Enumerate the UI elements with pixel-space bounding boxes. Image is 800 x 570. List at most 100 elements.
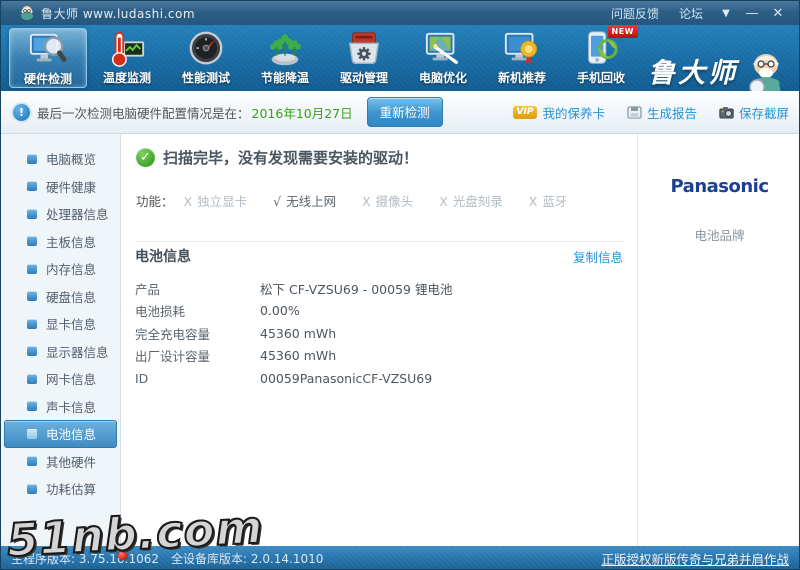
- feature-optical-drive: X光盘刻录: [439, 191, 503, 210]
- version-info: 主程序版本: 3.75.16.1062 全设备库版本: 2.0.14.1010: [11, 550, 323, 567]
- copy-info-link[interactable]: 复制信息: [573, 247, 623, 266]
- tab-label: 节能降温: [261, 69, 309, 86]
- sidebar-item-label: 硬件健康: [46, 177, 96, 196]
- vip-card-link[interactable]: VIP 我的保养卡: [513, 103, 605, 122]
- bullet-square-icon: [27, 374, 37, 384]
- bullet-square-icon: [27, 291, 37, 301]
- sidebar-item-network-info[interactable]: 网卡信息: [4, 365, 117, 393]
- tab-label: 硬件检测: [24, 70, 72, 87]
- tab-benchmark[interactable]: 性能测试: [167, 28, 245, 88]
- camera-icon: [719, 106, 734, 119]
- sidebar-item-label: 其他硬件: [46, 452, 96, 471]
- table-row-wear-level: 电池损耗 0.00%: [135, 300, 623, 323]
- tab-label: 驱动管理: [340, 69, 388, 86]
- save-screenshot-link[interactable]: 保存截屏: [719, 103, 789, 122]
- promo-link[interactable]: 正版授权新版传奇与兄弟并肩作战: [601, 549, 789, 568]
- brand-logo-text: 鲁大师: [647, 51, 739, 90]
- sidebar-item-monitor-info[interactable]: 显示器信息: [4, 338, 117, 366]
- sidebar-item-audio-info[interactable]: 声卡信息: [4, 393, 117, 421]
- check-circle-icon: ✓: [136, 148, 155, 167]
- info-icon: !: [13, 104, 30, 121]
- bullet-square-icon: [27, 209, 37, 219]
- battery-brand-logo: Panasonic: [638, 176, 800, 197]
- tab-pc-optimize[interactable]: 电脑优化: [404, 28, 482, 88]
- features-label: 功能：: [136, 191, 174, 210]
- sidebar-item-label: 内存信息: [46, 259, 96, 278]
- bullet-square-icon: [27, 346, 37, 356]
- tab-label: 性能测试: [182, 69, 230, 86]
- app-logo-icon: [19, 5, 35, 21]
- sidebar-item-battery-info[interactable]: 电池信息: [4, 420, 117, 448]
- sidebar-item-power-estimate[interactable]: 功耗估算: [4, 475, 117, 503]
- version-text: 主程序版本: 3.75.16.1062 全设备库版本: 2.0.14.1010: [11, 552, 323, 566]
- minimize-button[interactable]: —: [739, 6, 765, 21]
- scan-result-row: ✓ 扫描完毕，没有发现需要安装的驱动！: [136, 147, 418, 168]
- update-dot-icon: [118, 551, 127, 560]
- sidebar-item-motherboard-info[interactable]: 主板信息: [4, 228, 117, 256]
- sidebar-item-gpu-info[interactable]: 显卡信息: [4, 310, 117, 338]
- feature-label: 无线上网: [286, 194, 336, 209]
- row-label: 产品: [135, 279, 260, 298]
- sidebar-item-cpu-info[interactable]: 处理器信息: [4, 200, 117, 228]
- scan-result-text: 扫描完毕，没有发现需要安装的驱动！: [163, 147, 418, 168]
- feature-bluetooth: X蓝牙: [529, 191, 568, 210]
- sidebar-item-label: 功耗估算: [46, 479, 96, 498]
- feature-label: 独立显卡: [197, 194, 247, 209]
- sidebar-item-disk-info[interactable]: 硬盘信息: [4, 283, 117, 311]
- forum-link[interactable]: 论坛: [679, 5, 703, 22]
- feature-label: 光盘刻录: [453, 194, 503, 209]
- main-toolbar: 硬件检测 温度监测 性能测试: [1, 25, 799, 91]
- tab-phone-recycle[interactable]: NEW 手机回收: [562, 28, 640, 88]
- sidebar-item-label: 硬盘信息: [46, 287, 96, 306]
- tab-label: 温度监测: [103, 69, 151, 86]
- tab-hardware-detect[interactable]: 硬件检测: [9, 28, 87, 88]
- feature-mark: X: [362, 194, 371, 209]
- sidebar-item-other-hardware[interactable]: 其他硬件: [4, 448, 117, 476]
- table-row-full-charge-capacity: 完全充电容量 45360 mWh: [135, 322, 623, 345]
- bullet-square-icon: [27, 264, 37, 274]
- sidebar-item-label: 显示器信息: [46, 342, 109, 361]
- tab-new-pc-recommend[interactable]: 新机推荐: [483, 28, 561, 88]
- sidebar-item-pc-overview[interactable]: 电脑概览: [4, 145, 117, 173]
- row-value: 45360 mWh: [260, 326, 336, 341]
- feature-label: 摄像头: [376, 194, 414, 209]
- feature-webcam: X 摄像头: [362, 191, 413, 210]
- main-content: ✓ 扫描完毕，没有发现需要安装的驱动！ 功能： X 独立显卡 √ 无线上网 X 摄像头…: [122, 134, 636, 546]
- tab-label: 新机推荐: [498, 69, 546, 86]
- table-row-id: ID 00059PanasonicCF-VZSU69: [135, 367, 623, 390]
- row-value: 松下 CF-VZSU69 - 00059 锂电池: [260, 279, 452, 298]
- sidebar-nav: 电脑概览 硬件健康 处理器信息 主板信息 内存信息 硬盘信息 显卡信息 显示器信…: [1, 134, 121, 546]
- sidebar-item-label: 主板信息: [46, 232, 96, 251]
- bullet-square-icon: [27, 429, 37, 439]
- row-value: 00059PanasonicCF-VZSU69: [260, 371, 432, 386]
- tab-driver-manage[interactable]: 驱动管理: [325, 28, 403, 88]
- temperature-icon: [108, 30, 146, 68]
- battery-section-title: 电池信息: [135, 246, 191, 266]
- bullet-square-icon: [27, 319, 37, 329]
- feature-mark: X: [529, 194, 538, 209]
- feature-mark: X: [184, 194, 193, 209]
- last-scan-message: 最后一次检测电脑硬件配置情况是在：: [37, 103, 250, 122]
- tab-power-saving[interactable]: 节能降温: [246, 28, 324, 88]
- generate-report-link[interactable]: 生成报告: [627, 103, 697, 122]
- skin-menu-icon[interactable]: ▼: [713, 8, 739, 19]
- table-row-design-capacity: 出厂设计容量 45360 mWh: [135, 345, 623, 368]
- sidebar-item-hardware-health[interactable]: 硬件健康: [4, 173, 117, 201]
- driver-toolbox-icon: [345, 30, 383, 68]
- new-badge: NEW: [608, 26, 638, 38]
- window-title: 鲁大师 www.ludashi.com: [41, 5, 195, 22]
- feature-mark: √: [273, 194, 281, 209]
- tab-label: 手机回收: [577, 69, 625, 86]
- rescan-button[interactable]: 重新检测: [367, 97, 443, 127]
- tab-label: 电脑优化: [419, 69, 467, 86]
- battery-brand-caption: 电池品牌: [638, 225, 800, 244]
- close-button[interactable]: ✕: [765, 6, 791, 21]
- vip-badge: VIP: [513, 106, 538, 119]
- row-label: 出厂设计容量: [135, 346, 260, 365]
- brand-panel: Panasonic 电池品牌: [637, 134, 800, 546]
- battery-section-header: 电池信息 复制信息: [135, 246, 623, 266]
- sidebar-item-memory-info[interactable]: 内存信息: [4, 255, 117, 283]
- generate-report-label: 生成报告: [647, 103, 697, 122]
- feedback-link[interactable]: 问题反馈: [611, 5, 659, 22]
- tab-temperature[interactable]: 温度监测: [88, 28, 166, 88]
